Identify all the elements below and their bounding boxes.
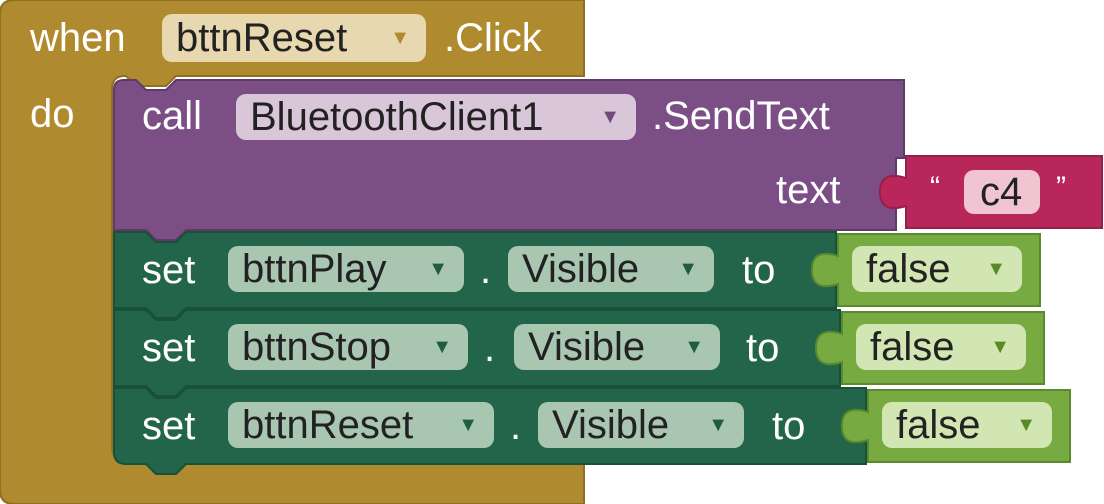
to-keyword: to bbox=[772, 404, 806, 448]
chevron-down-icon: ▼ bbox=[708, 414, 728, 436]
set-property-label: Visible bbox=[552, 403, 670, 447]
set-keyword: set bbox=[142, 404, 196, 448]
set-property-dropdown[interactable]: Visible ▼ bbox=[538, 402, 744, 448]
chevron-down-icon: ▼ bbox=[458, 414, 478, 436]
boolean-value: false bbox=[896, 403, 981, 447]
dot-separator: . bbox=[510, 404, 522, 448]
chevron-down-icon: ▼ bbox=[1016, 414, 1036, 436]
set-component-label: bttnReset bbox=[242, 403, 414, 447]
boolean-dropdown[interactable]: false ▼ bbox=[882, 402, 1052, 448]
set-component-dropdown[interactable]: bttnReset ▼ bbox=[228, 402, 494, 448]
